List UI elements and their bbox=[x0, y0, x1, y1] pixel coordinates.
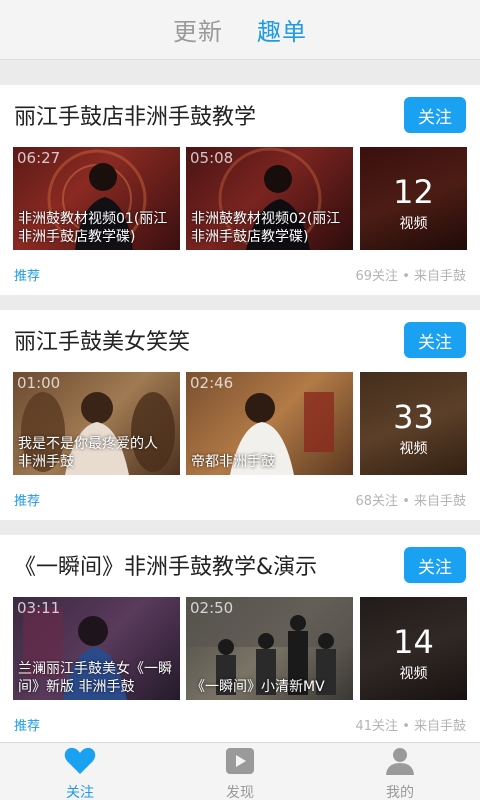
person-icon bbox=[385, 747, 415, 779]
video-duration: 02:46 bbox=[190, 374, 234, 392]
video-count: 33 bbox=[393, 398, 434, 436]
recommend-tag[interactable]: 推荐 bbox=[14, 715, 40, 735]
nav-discover[interactable]: 发现 bbox=[200, 747, 280, 800]
follow-meta: 68关注 • 来自手鼓 bbox=[355, 494, 466, 509]
nav-label: 发现 bbox=[226, 785, 254, 800]
video-thumbnail[interactable]: 05:08 非洲鼓教材视频02(丽江非洲手鼓店教学碟) bbox=[186, 147, 353, 250]
playlist-card[interactable]: 丽江手鼓店非洲手鼓教学 关注 06:27 非洲鼓教材视频01(丽江非洲手鼓店教学… bbox=[0, 85, 480, 295]
nav-follow[interactable]: 关注 bbox=[40, 747, 120, 800]
playlist-card[interactable]: 《一瞬间》非洲手鼓教学&演示 关注 03:11 兰澜丽江手鼓美女《一瞬间》新版 … bbox=[0, 535, 480, 742]
video-duration: 01:00 bbox=[17, 374, 61, 392]
follow-button[interactable]: 关注 bbox=[404, 97, 466, 133]
video-count-tile[interactable]: 14 视频 bbox=[360, 597, 467, 700]
play-icon bbox=[225, 747, 255, 779]
video-caption: 帝都非洲手鼓 bbox=[191, 454, 275, 470]
playlist-card[interactable]: 丽江手鼓美女笑笑 关注 01:00 我是不是你最疼爱的人 非洲手鼓 02:46 … bbox=[0, 310, 480, 520]
playlist-title: 丽江手鼓店非洲手鼓教学 bbox=[14, 105, 257, 130]
card-footer: 推荐 41关注 • 来自手鼓 bbox=[14, 715, 466, 735]
video-count-tile[interactable]: 33 视频 bbox=[360, 372, 467, 475]
recommend-tag[interactable]: 推荐 bbox=[14, 265, 40, 285]
tab-updates[interactable]: 更新 bbox=[173, 12, 223, 47]
follow-button[interactable]: 关注 bbox=[404, 547, 466, 583]
video-duration: 03:11 bbox=[17, 599, 61, 617]
video-caption: 《一瞬间》小清新MV bbox=[191, 679, 325, 695]
card-footer: 推荐 68关注 • 来自手鼓 bbox=[14, 490, 466, 510]
video-caption: 兰澜丽江手鼓美女《一瞬间》新版 非洲手鼓 bbox=[18, 661, 172, 695]
nav-mine[interactable]: 我的 bbox=[360, 747, 440, 800]
tab-playlists[interactable]: 趣单 bbox=[257, 12, 307, 47]
video-duration: 06:27 bbox=[17, 149, 61, 167]
video-count: 14 bbox=[393, 623, 434, 661]
video-count: 12 bbox=[393, 173, 434, 211]
video-thumbnail[interactable]: 01:00 我是不是你最疼爱的人 非洲手鼓 bbox=[13, 372, 180, 475]
follow-meta: 69关注 • 来自手鼓 bbox=[355, 269, 466, 284]
video-thumbnail[interactable]: 03:11 兰澜丽江手鼓美女《一瞬间》新版 非洲手鼓 bbox=[13, 597, 180, 700]
video-caption: 非洲鼓教材视频02(丽江非洲手鼓店教学碟) bbox=[191, 211, 341, 245]
video-duration: 05:08 bbox=[190, 149, 234, 167]
video-caption: 我是不是你最疼爱的人 非洲手鼓 bbox=[18, 436, 158, 470]
follow-button[interactable]: 关注 bbox=[404, 322, 466, 358]
recommend-tag[interactable]: 推荐 bbox=[14, 490, 40, 510]
nav-label: 关注 bbox=[66, 785, 94, 800]
video-thumbnail[interactable]: 06:27 非洲鼓教材视频01(丽江非洲手鼓店教学碟) bbox=[13, 147, 180, 250]
top-tab-bar: 更新 趣单 bbox=[0, 0, 480, 60]
heart-icon bbox=[64, 747, 96, 779]
nav-label: 我的 bbox=[386, 785, 414, 800]
card-footer: 推荐 69关注 • 来自手鼓 bbox=[14, 265, 466, 285]
video-thumbnail[interactable]: 02:46 帝都非洲手鼓 bbox=[186, 372, 353, 475]
video-duration: 02:50 bbox=[190, 599, 234, 617]
follow-meta: 41关注 • 来自手鼓 bbox=[355, 719, 466, 734]
video-count-label: 视频 bbox=[399, 666, 428, 682]
video-caption: 非洲鼓教材视频01(丽江非洲手鼓店教学碟) bbox=[18, 211, 168, 245]
playlist-title: 《一瞬间》非洲手鼓教学&演示 bbox=[14, 555, 318, 580]
playlist-title: 丽江手鼓美女笑笑 bbox=[14, 330, 191, 355]
video-thumbnail[interactable]: 02:50 《一瞬间》小清新MV bbox=[186, 597, 353, 700]
video-count-label: 视频 bbox=[399, 216, 428, 232]
bottom-nav-bar: 关注 发现 我的 bbox=[0, 742, 480, 800]
video-count-label: 视频 bbox=[399, 441, 428, 457]
video-count-tile[interactable]: 12 视频 bbox=[360, 147, 467, 250]
